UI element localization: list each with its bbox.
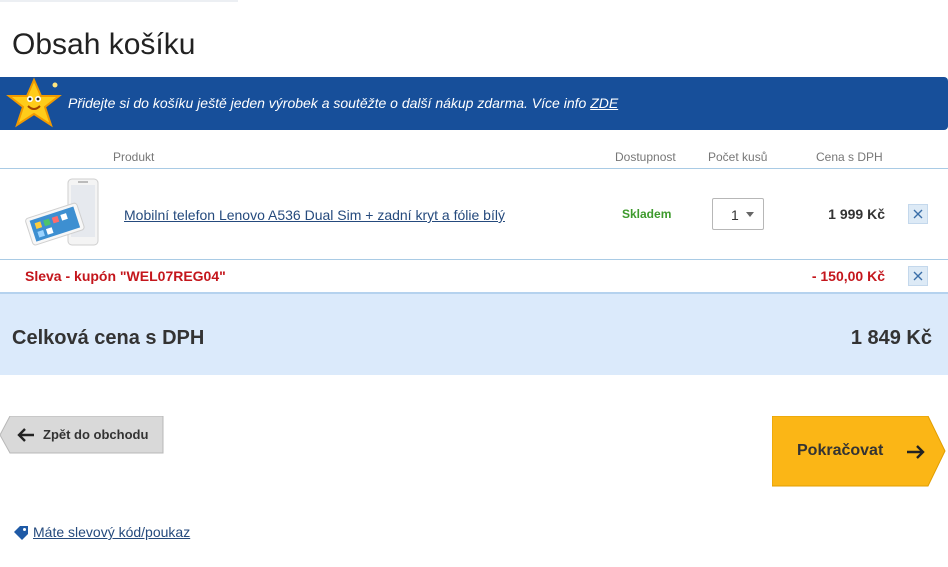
table-divider — [0, 259, 948, 260]
promo-message: Přidejte si do košíku ještě jeden výrobe… — [68, 95, 587, 111]
remove-discount-button[interactable] — [908, 266, 928, 286]
chevron-down-icon — [746, 212, 754, 217]
quantity-value: 1 — [731, 207, 739, 223]
quantity-select[interactable]: 1 — [712, 198, 764, 230]
total-price: 1 849 Kč — [850, 327, 932, 349]
column-header-quantity: Počet kusů — [708, 150, 768, 164]
continue-button-label: Pokračovat — [797, 442, 884, 459]
tag-icon — [14, 526, 28, 540]
promo-text: Přidejte si do košíku ještě jeden výrobe… — [68, 95, 618, 111]
table-divider — [0, 168, 948, 169]
arrow-left-icon — [17, 428, 34, 442]
product-image — [25, 178, 99, 246]
item-price: 1 999 Kč — [828, 206, 885, 222]
total-label: Celková cena s DPH — [12, 327, 205, 349]
remove-item-button[interactable] — [908, 204, 928, 224]
close-icon — [913, 271, 923, 281]
promo-banner: Přidejte si do košíku ještě jeden výrobe… — [0, 77, 948, 130]
column-header-price: Cena s DPH — [816, 150, 883, 164]
total-summary: Celková cena s DPH 1 849 Kč — [0, 292, 948, 375]
back-button-label: Zpět do obchodu — [43, 427, 149, 442]
close-icon — [913, 209, 923, 219]
top-divider — [0, 0, 238, 2]
product-name-link[interactable]: Mobilní telefon Lenovo A536 Dual Sim + z… — [124, 207, 505, 223]
back-to-shop-button[interactable]: Zpět do obchodu — [0, 416, 164, 454]
arrow-right-icon — [907, 445, 925, 459]
coupon-link-label: Máte slevový kód/poukaz — [33, 524, 191, 540]
availability-status: Skladem — [622, 207, 672, 221]
page-title: Obsah košíku — [12, 28, 196, 61]
column-header-availability: Dostupnost — [615, 150, 676, 164]
discount-value: - 150,00 Kč — [811, 268, 885, 284]
continue-button[interactable]: Pokračovat — [772, 416, 946, 487]
star-mascot-icon — [6, 77, 62, 128]
promo-more-info-link[interactable]: ZDE — [590, 95, 618, 111]
discount-coupon-label: Sleva - kupón "WEL07REG04" — [25, 268, 226, 284]
column-header-product: Produkt — [113, 150, 155, 164]
